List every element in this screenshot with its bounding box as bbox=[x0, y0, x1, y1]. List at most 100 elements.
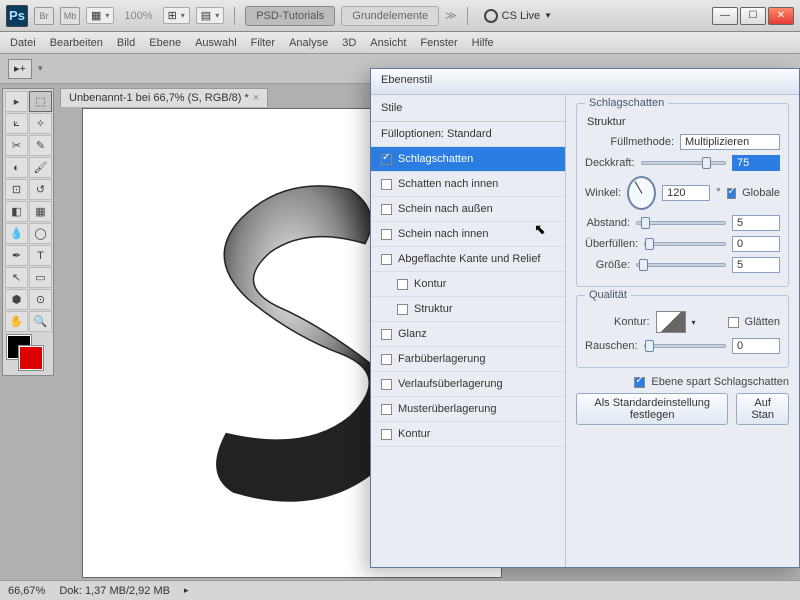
style-item-11[interactable]: Kontur bbox=[371, 422, 565, 447]
global-light-checkbox[interactable] bbox=[727, 188, 737, 199]
style-item-0[interactable]: Schlagschatten bbox=[371, 147, 565, 172]
maximize-button[interactable]: ☐ bbox=[740, 7, 766, 25]
style-checkbox[interactable] bbox=[381, 204, 392, 215]
workspace-tab-psdtutorials[interactable]: PSD-Tutorials bbox=[245, 6, 335, 26]
menu-bild[interactable]: Bild bbox=[117, 37, 135, 49]
color-swatches[interactable] bbox=[5, 335, 52, 373]
screen-mode-dropdown[interactable]: ▦ bbox=[86, 7, 114, 24]
style-checkbox[interactable] bbox=[381, 354, 392, 365]
history-brush-tool[interactable]: ↺ bbox=[29, 179, 52, 200]
style-item-3[interactable]: Schein nach innen bbox=[371, 222, 565, 247]
eyedropper-tool[interactable]: ✎ bbox=[29, 135, 52, 156]
type-tool[interactable]: T bbox=[29, 245, 52, 266]
menu-filter[interactable]: Filter bbox=[251, 37, 275, 49]
contour-picker[interactable] bbox=[656, 311, 686, 333]
style-item-8[interactable]: Farbüberlagerung bbox=[371, 347, 565, 372]
style-checkbox[interactable] bbox=[381, 229, 392, 240]
spread-input[interactable] bbox=[732, 236, 780, 252]
zoom-display[interactable]: 100% bbox=[124, 10, 152, 22]
close-button[interactable]: ✕ bbox=[768, 7, 794, 25]
blur-tool[interactable]: 💧 bbox=[5, 223, 28, 244]
style-item-2[interactable]: Schein nach außen bbox=[371, 197, 565, 222]
wand-tool[interactable]: ✧ bbox=[29, 113, 52, 134]
minibridge-icon[interactable]: Mb bbox=[60, 7, 80, 25]
style-checkbox[interactable] bbox=[381, 379, 392, 390]
style-checkbox[interactable] bbox=[381, 404, 392, 415]
styles-list: Stile Fülloptionen: Standard Schlagschat… bbox=[371, 95, 566, 567]
menu-auswahl[interactable]: Auswahl bbox=[195, 37, 237, 49]
menu-hilfe[interactable]: Hilfe bbox=[472, 37, 494, 49]
style-item-7[interactable]: Glanz bbox=[371, 322, 565, 347]
style-checkbox[interactable] bbox=[381, 179, 392, 190]
document-tab[interactable]: Unbenannt-1 bei 66,7% (S, RGB/8) *× bbox=[60, 88, 268, 107]
style-item-10[interactable]: Musterüberlagerung bbox=[371, 397, 565, 422]
marquee-tool[interactable]: ⬚ bbox=[29, 91, 52, 112]
blend-options-row[interactable]: Fülloptionen: Standard bbox=[371, 122, 565, 147]
blend-mode-select[interactable] bbox=[680, 134, 780, 150]
style-checkbox[interactable] bbox=[381, 429, 392, 440]
eraser-tool[interactable]: ◧ bbox=[5, 201, 28, 222]
status-zoom[interactable]: 66,67% bbox=[8, 585, 45, 597]
zoom-tool[interactable]: 🔍 bbox=[29, 311, 52, 332]
arrange-icon[interactable]: ▤ bbox=[196, 7, 224, 24]
opacity-input[interactable] bbox=[732, 155, 780, 171]
style-checkbox[interactable] bbox=[397, 279, 408, 290]
shape-tool[interactable]: ▭ bbox=[29, 267, 52, 288]
noise-slider[interactable] bbox=[644, 344, 726, 348]
size-input[interactable] bbox=[732, 257, 780, 273]
crop-tool[interactable]: ✂ bbox=[5, 135, 28, 156]
menu-datei[interactable]: Datei bbox=[10, 37, 36, 49]
menu-fenster[interactable]: Fenster bbox=[420, 37, 457, 49]
3d-tool[interactable]: ⬢ bbox=[5, 289, 28, 310]
style-checkbox[interactable] bbox=[381, 254, 392, 265]
pen-tool[interactable]: ✒ bbox=[5, 245, 28, 266]
hand-tool[interactable]: ✋ bbox=[5, 311, 28, 332]
style-checkbox[interactable] bbox=[381, 329, 392, 340]
spread-slider[interactable] bbox=[644, 242, 726, 246]
healing-tool[interactable]: ◐ bbox=[5, 157, 28, 178]
style-item-6[interactable]: Struktur bbox=[371, 297, 565, 322]
menu-ebene[interactable]: Ebene bbox=[149, 37, 181, 49]
menu-bearbeiten[interactable]: Bearbeiten bbox=[50, 37, 103, 49]
lasso-tool[interactable]: ⟀ bbox=[5, 113, 28, 134]
knockout-checkbox[interactable] bbox=[634, 377, 645, 388]
path-tool[interactable]: ↖ bbox=[5, 267, 28, 288]
noise-input[interactable] bbox=[732, 338, 780, 354]
more-icon[interactable]: ≫ bbox=[445, 9, 457, 22]
dialog-title[interactable]: Ebenenstil bbox=[371, 69, 799, 95]
dodge-tool[interactable]: ◯ bbox=[29, 223, 52, 244]
close-tab-icon[interactable]: × bbox=[253, 92, 259, 104]
cslive-button[interactable]: CS Live▼ bbox=[484, 9, 552, 23]
angle-input[interactable] bbox=[662, 185, 710, 201]
styles-header[interactable]: Stile bbox=[371, 95, 565, 122]
move-tool-icon[interactable]: ▸+ bbox=[8, 59, 32, 79]
style-checkbox[interactable] bbox=[381, 154, 392, 165]
move-tool[interactable]: ▸ bbox=[5, 91, 28, 112]
distance-input[interactable] bbox=[732, 215, 780, 231]
style-item-9[interactable]: Verlaufsüberlagerung bbox=[371, 372, 565, 397]
camera-tool[interactable]: ⊙ bbox=[29, 289, 52, 310]
make-default-button[interactable]: Als Standardeinstellung festlegen bbox=[576, 393, 728, 425]
menu-3d[interactable]: 3D bbox=[342, 37, 356, 49]
status-doc-size[interactable]: Dok: 1,37 MB/2,92 MB bbox=[59, 585, 170, 597]
style-checkbox[interactable] bbox=[397, 304, 408, 315]
style-item-4[interactable]: Abgeflachte Kante und Relief bbox=[371, 247, 565, 272]
stamp-tool[interactable]: ⊡ bbox=[5, 179, 28, 200]
antialias-checkbox[interactable] bbox=[728, 317, 739, 328]
opacity-slider[interactable] bbox=[641, 161, 726, 165]
reset-default-button[interactable]: Auf Stan bbox=[736, 393, 789, 425]
minimize-button[interactable]: — bbox=[712, 7, 738, 25]
menu-ansicht[interactable]: Ansicht bbox=[370, 37, 406, 49]
brush-tool[interactable]: 🖌 bbox=[29, 157, 52, 178]
view-icon[interactable]: ⊞ bbox=[163, 7, 190, 24]
angle-control[interactable] bbox=[627, 176, 656, 210]
style-label: Kontur bbox=[414, 278, 446, 290]
distance-slider[interactable] bbox=[636, 221, 726, 225]
gradient-tool[interactable]: ▦ bbox=[29, 201, 52, 222]
style-item-5[interactable]: Kontur bbox=[371, 272, 565, 297]
menu-analyse[interactable]: Analyse bbox=[289, 37, 328, 49]
size-slider[interactable] bbox=[636, 263, 726, 267]
workspace-tab-grundelemente[interactable]: Grundelemente bbox=[341, 6, 439, 26]
bridge-icon[interactable]: Br bbox=[34, 7, 54, 25]
style-item-1[interactable]: Schatten nach innen bbox=[371, 172, 565, 197]
